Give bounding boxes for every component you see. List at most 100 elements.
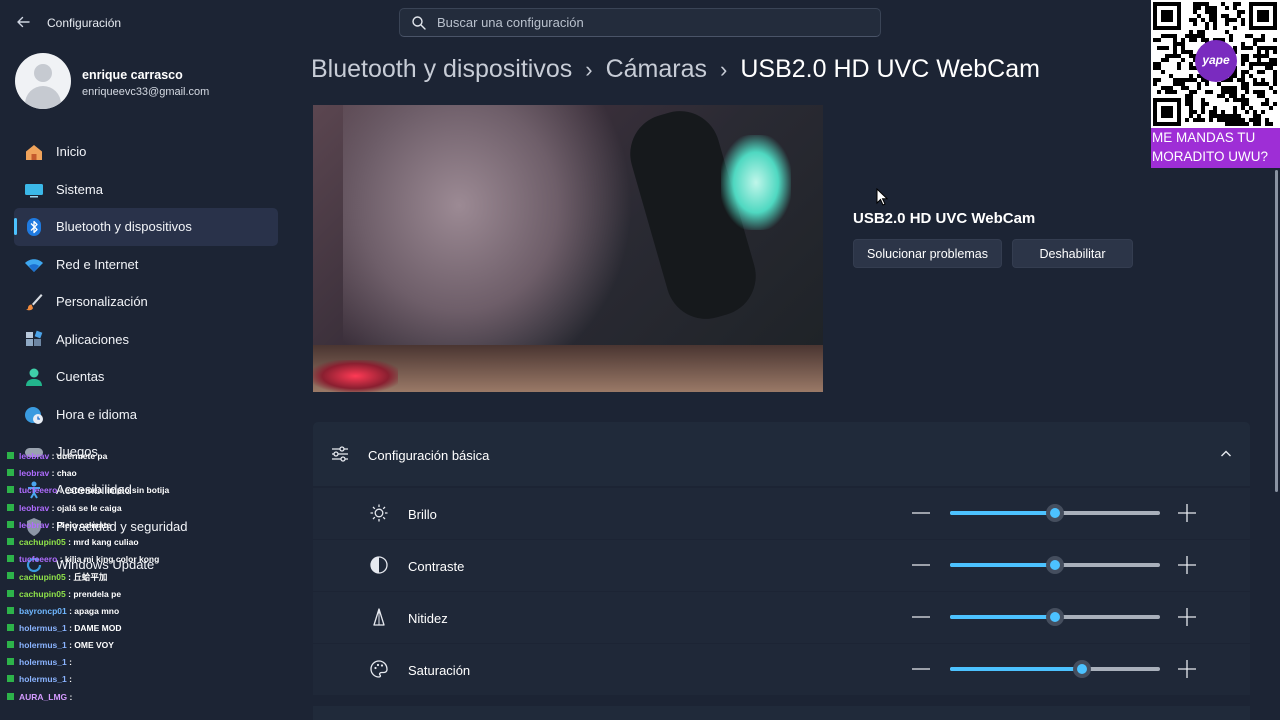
sidebar-item-personalizacion[interactable]: Personalización — [14, 283, 278, 321]
troubleshoot-button[interactable]: Solucionar problemas — [853, 239, 1002, 268]
chat-username: bayroncp01 — [19, 605, 67, 616]
brightness-icon — [369, 503, 389, 523]
chat-username: cachupin05 — [19, 572, 66, 583]
increase-icon[interactable] — [1177, 607, 1197, 627]
basic-settings-header[interactable]: Configuración básica — [313, 422, 1250, 486]
scrollbar[interactable] — [1275, 170, 1278, 492]
breadcrumb-separator: › — [720, 57, 728, 82]
chat-text: chao — [56, 468, 77, 479]
bluetooth-icon — [24, 217, 44, 237]
chat-username: leobrav — [19, 451, 50, 461]
contrast-slider[interactable] — [950, 556, 1160, 574]
chat-message: leobrav : chao — [0, 465, 230, 482]
promo-banner: ME MANDAS TU MORADITO UWU? — [1151, 128, 1280, 168]
sidebar-item-red[interactable]: Red e Internet — [14, 246, 278, 284]
chat-message: cachupin05 : prendela pe — [0, 586, 230, 603]
chat-username: holermus_1 — [19, 657, 67, 668]
sidebar-item-aplicaciones[interactable]: Aplicaciones — [14, 321, 278, 359]
sidebar-item-label: Bluetooth y dispositivos — [56, 219, 192, 234]
chat-username: tucfeeero — [19, 485, 58, 496]
sharpness-slider[interactable] — [950, 608, 1160, 626]
person-icon — [24, 367, 44, 387]
decrease-icon[interactable] — [911, 659, 931, 679]
breadcrumb-separator: › — [585, 57, 593, 82]
chat-username: cachupin05 — [19, 588, 66, 599]
chat-username: leobrav — [19, 468, 50, 479]
decrease-icon[interactable] — [911, 607, 931, 627]
chat-badge-icon — [7, 623, 14, 631]
increase-icon[interactable] — [1177, 555, 1197, 575]
decrease-icon[interactable] — [911, 503, 931, 523]
increase-icon[interactable] — [1177, 659, 1197, 679]
sidebar-item-label: Hora e idioma — [56, 406, 137, 422]
chat-badge-icon — [7, 555, 14, 563]
sidebar-item-label: Personalización — [56, 294, 148, 309]
breadcrumb: Bluetooth y dispositivos › Cámaras › USB2.0 … — [311, 55, 1040, 84]
chat-message: cachupin05 : mrd kang culiao — [0, 534, 230, 551]
chat-text: DAME MOD — [74, 622, 122, 633]
chat-message: leobrav : Pieio calmate — [0, 517, 230, 534]
chat-badge-icon — [7, 520, 14, 528]
chat-badge-icon — [7, 537, 14, 545]
sliders-icon — [330, 444, 350, 464]
chat-badge-icon — [7, 606, 14, 614]
chat-text: OME VOY — [74, 640, 114, 651]
apps-icon — [24, 330, 44, 350]
chat-message: holermus_1 : — [0, 671, 230, 688]
sidebar-item-sistema[interactable]: Sistema — [14, 171, 278, 209]
sidebar-item-hora[interactable]: Hora e idioma — [14, 396, 278, 434]
chevron-up-icon[interactable] — [1219, 447, 1233, 461]
sidebar-item-label: Sistema — [56, 181, 103, 197]
decrease-icon[interactable] — [911, 555, 931, 575]
setting-label: Saturación — [408, 663, 471, 678]
chat-badge-icon — [7, 692, 14, 700]
brightness-slider[interactable] — [950, 504, 1160, 522]
chat-badge-icon — [7, 658, 14, 666]
chat-username: holermus_1 — [19, 622, 67, 633]
stream-chat: leobrav : duérmete pa leobrav : chao tucfe… — [0, 448, 230, 720]
chat-text: 丘蛤平加 — [73, 572, 108, 583]
stream-overlay: yape ME MANDAS TU MORADITO UWU? — [1151, 0, 1280, 168]
globe-clock-icon — [24, 405, 44, 425]
sidebar-item-label: Aplicaciones — [56, 331, 129, 347]
chat-text: Pieio calmate — [56, 519, 112, 530]
chat-badge-icon — [7, 589, 14, 597]
slider-thumb[interactable] — [1046, 608, 1064, 626]
contrast-icon — [369, 555, 389, 575]
slider-thumb[interactable] — [1073, 660, 1092, 678]
chat-username: tucfeeero — [19, 554, 58, 565]
promo-line: MORADITO UWU? — [1152, 149, 1269, 164]
chat-username: leobrav — [19, 519, 50, 530]
chat-text: apaga mno — [74, 605, 120, 616]
chat-text: prendela pe — [73, 588, 122, 599]
chat-message: bayroncp01 : apaga mno — [0, 603, 230, 620]
app-title: Configuración — [47, 16, 122, 30]
chat-text: mrd kang culiao — [73, 536, 139, 547]
slider-thumb[interactable] — [1046, 556, 1064, 574]
chat-message: AURA_LMG : — [0, 689, 230, 706]
breadcrumb-bluetooth[interactable]: Bluetooth y dispositivos — [311, 55, 572, 83]
setting-label: Brillo — [408, 507, 437, 522]
chat-text: duérmete pa — [56, 451, 108, 461]
title-bar: Configuración — [0, 0, 1280, 44]
chat-badge-icon — [7, 572, 14, 580]
sidebar-item-bluetooth[interactable]: Bluetooth y dispositivos — [14, 208, 278, 246]
device-name: USB2.0 HD UVC WebCam — [853, 210, 1036, 227]
breadcrumb-camaras[interactable]: Cámaras — [606, 55, 707, 83]
sidebar-item-label: Cuentas — [56, 369, 105, 384]
sidebar-item-inicio[interactable]: Inicio — [14, 133, 278, 171]
search-box[interactable] — [399, 8, 881, 37]
chat-badge-icon — [7, 469, 14, 477]
brush-icon — [24, 292, 44, 312]
disable-button[interactable]: Deshabilitar — [1012, 239, 1133, 268]
basic-settings-panel: Configuración básica Brillo Contraste Ni… — [313, 422, 1250, 720]
home-icon — [24, 142, 44, 162]
back-arrow-icon[interactable] — [14, 13, 32, 31]
saturation-slider[interactable] — [950, 660, 1160, 678]
setting-row-contraste: Contraste — [313, 540, 1250, 591]
slider-thumb[interactable] — [1046, 504, 1064, 522]
sidebar-item-cuentas[interactable]: Cuentas — [14, 358, 278, 396]
chat-badge-icon — [7, 452, 14, 459]
search-input[interactable] — [437, 12, 857, 33]
increase-icon[interactable] — [1177, 503, 1197, 523]
